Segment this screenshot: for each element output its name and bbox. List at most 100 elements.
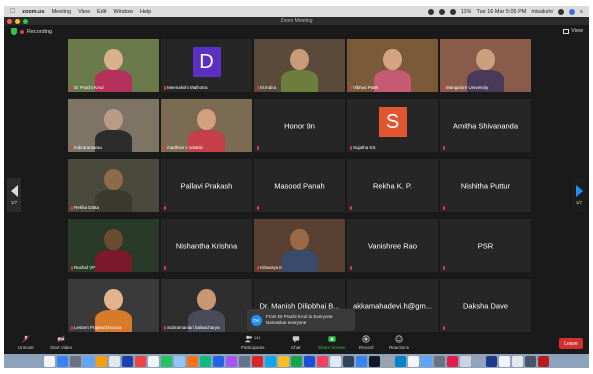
participant-tile[interactable]: D Meenakshi Malhotra: [161, 39, 252, 92]
record-button[interactable]: Record: [359, 335, 374, 350]
participant-tile[interactable]: madhavi v solanki: [161, 99, 252, 152]
dock-app-icon[interactable]: [83, 355, 94, 367]
dock-app-icon[interactable]: [57, 355, 68, 367]
participant-tile[interactable]: Vibhuti Patel: [347, 39, 438, 92]
wifi-icon[interactable]: [438, 8, 445, 15]
participant-tile[interactable]: Nishantha Krishna: [161, 219, 252, 272]
dock-app-icon[interactable]: [161, 355, 172, 367]
dock-app-icon[interactable]: [512, 355, 523, 367]
menu-edit[interactable]: Edit: [97, 9, 106, 15]
participant-tile[interactable]: Nishitha Puttur: [440, 159, 531, 212]
dock-app-icon[interactable]: [44, 355, 55, 367]
participant-tile[interactable]: Indiraramarao: [68, 99, 159, 152]
menu-app[interactable]: zoom.us: [22, 9, 44, 15]
participant-tile[interactable]: M.Indira: [254, 39, 345, 92]
previous-page-button[interactable]: 1/7: [7, 178, 21, 212]
participant-caption: [257, 146, 260, 150]
participant-tile[interactable]: Honor 9n: [254, 99, 345, 152]
participant-tile[interactable]: Subramanian balaacharya: [161, 279, 252, 332]
participant-caption: Vibhuti Patel: [350, 85, 378, 90]
unmute-button[interactable]: Unmute: [18, 335, 34, 350]
control-center-icon[interactable]: ≡: [580, 9, 583, 15]
participant-tile[interactable]: Daksha Dave: [440, 279, 531, 332]
participant-tile[interactable]: Lestem Prajwal Dsouza: [68, 279, 159, 332]
participant-tile[interactable]: akkamahadevi.h@gm...: [347, 279, 438, 332]
dock-app-icon[interactable]: [395, 355, 406, 367]
dock-app-icon[interactable]: [343, 355, 354, 367]
dock-app-icon[interactable]: [278, 355, 289, 367]
security-shield-icon[interactable]: [11, 28, 17, 35]
participant-tile[interactable]: Rashid VP: [68, 219, 159, 272]
next-page-button[interactable]: 1/7: [572, 178, 586, 212]
dock-app-icon[interactable]: [330, 355, 341, 367]
menu-window[interactable]: Window: [113, 9, 133, 15]
participant-tile[interactable]: Amitha Shivananda: [440, 99, 531, 152]
dock-app-icon[interactable]: [369, 355, 380, 367]
status-icon[interactable]: [427, 8, 434, 15]
dock-app-icon[interactable]: [187, 355, 198, 367]
dock-app-icon[interactable]: [109, 355, 120, 367]
dock-app-icon[interactable]: [421, 355, 432, 367]
dock-app-icon[interactable]: [499, 355, 510, 367]
chat-button[interactable]: Chat: [291, 335, 301, 350]
dock-app-icon[interactable]: [96, 355, 107, 367]
menu-meeting[interactable]: Meeting: [52, 9, 72, 15]
participant-tile[interactable]: Pallavi Prakash: [161, 159, 252, 212]
volume-icon[interactable]: [449, 8, 456, 15]
dock-app-icon[interactable]: [408, 355, 419, 367]
dock-app-icon[interactable]: [460, 355, 471, 367]
participant-name: akkamahadevi.h@gm...: [353, 301, 432, 310]
dock-app-icon[interactable]: [122, 355, 133, 367]
dock-app-icon[interactable]: [213, 355, 224, 367]
participant-tile[interactable]: Vanishree Rao: [347, 219, 438, 272]
view-button[interactable]: View: [563, 28, 583, 34]
dock-app-icon[interactable]: [356, 355, 367, 367]
participant-tile[interactable]: Mangalore University: [440, 39, 531, 92]
dock-app-icon[interactable]: [226, 355, 237, 367]
battery-level[interactable]: 11%: [461, 9, 472, 15]
start-video-button[interactable]: Start Video: [50, 335, 72, 350]
participant-name: Vanishree Rao: [367, 241, 418, 250]
spotlight-icon[interactable]: [557, 8, 564, 15]
dock-app-icon[interactable]: [265, 355, 276, 367]
dock-app-icon[interactable]: [525, 355, 536, 367]
menu-help[interactable]: Help: [140, 9, 151, 15]
mac-dock: [4, 354, 589, 368]
user-name[interactable]: misakshi: [531, 9, 552, 15]
clock[interactable]: Tue 16 Mar 5:05 PM: [476, 9, 526, 15]
dock-app-icon[interactable]: [304, 355, 315, 367]
participant-tile[interactable]: Rekha Datta: [68, 159, 159, 212]
dock-app-icon[interactable]: [538, 355, 549, 367]
participant-caption: Meenakshi Malhotra: [164, 85, 208, 90]
chat-notification[interactable]: DK From Dr Prachi KAul to Everyone Namas…: [247, 309, 355, 331]
participant-tile[interactable]: Dr Prachi KAul: [68, 39, 159, 92]
zoom-window:  zoom.us Meeting View Edit Window Help …: [4, 6, 589, 368]
dock-app-icon[interactable]: [317, 355, 328, 367]
participant-tile[interactable]: PSR: [440, 219, 531, 272]
share-screen-button[interactable]: Share Screen: [318, 335, 346, 350]
dock-app-icon[interactable]: [239, 355, 250, 367]
dock-app-icon[interactable]: [70, 355, 81, 367]
dock-app-icon[interactable]: [148, 355, 159, 367]
participant-tile[interactable]: Ishwarya K: [254, 219, 345, 272]
dock-app-icon[interactable]: [434, 355, 445, 367]
dock-app-icon[interactable]: [174, 355, 185, 367]
participants-button[interactable]: 141 Participants: [241, 335, 265, 350]
siri-icon[interactable]: [568, 8, 575, 15]
leave-button[interactable]: Leave: [559, 338, 583, 349]
dock-app-icon[interactable]: [382, 355, 393, 367]
apple-icon[interactable]: : [10, 8, 15, 15]
menu-view[interactable]: View: [78, 9, 90, 15]
dock-app-icon[interactable]: [486, 355, 497, 367]
dock-app-icon[interactable]: [473, 355, 484, 367]
dock-app-icon[interactable]: [200, 355, 211, 367]
dock-app-icon[interactable]: [252, 355, 263, 367]
reactions-button[interactable]: Reactions: [389, 335, 409, 350]
dock-app-icon[interactable]: [135, 355, 146, 367]
participant-tile[interactable]: S Sujatha KS: [347, 99, 438, 152]
participant-tile[interactable]: Rekha K. P.: [347, 159, 438, 212]
participant-name: Amitha Shivananda: [452, 121, 519, 130]
dock-app-icon[interactable]: [447, 355, 458, 367]
dock-app-icon[interactable]: [291, 355, 302, 367]
participant-tile[interactable]: Masood Panah: [254, 159, 345, 212]
